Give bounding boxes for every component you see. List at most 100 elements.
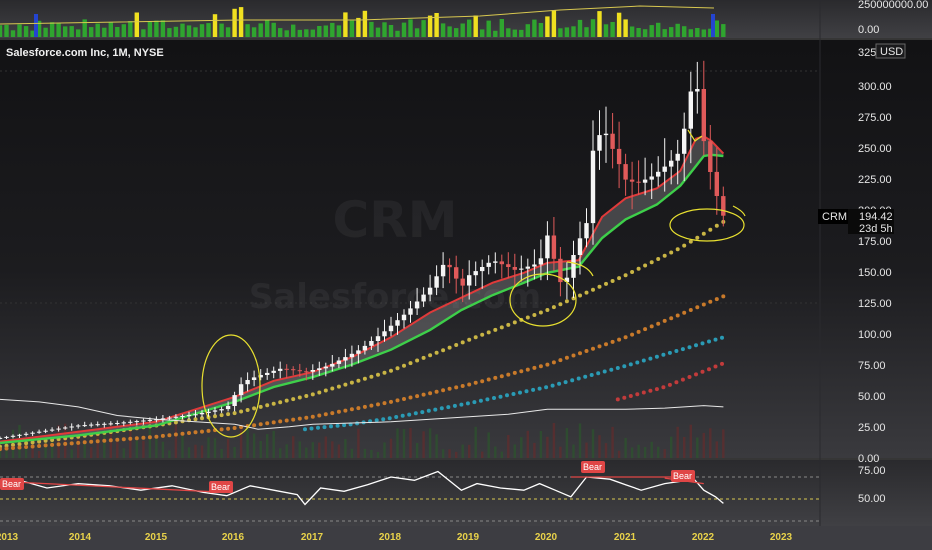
volume-bar-overlay xyxy=(142,440,145,458)
ma-yellow-dot xyxy=(252,406,257,411)
volume-bar-overlay xyxy=(643,447,647,458)
chart-canvas[interactable]: CRM Salesforce.com Salesforce.com Inc, 1… xyxy=(0,0,932,550)
ma-blue-dot xyxy=(648,356,653,361)
volume-bar-overlay xyxy=(161,441,165,458)
ma-blue-dot xyxy=(628,362,633,367)
candle-body xyxy=(297,370,302,372)
ma-orange-dot xyxy=(669,316,674,321)
ma-red-dot xyxy=(720,361,724,366)
ma-orange-dot xyxy=(206,428,211,433)
ma-orange-dot xyxy=(506,372,511,377)
ma-yellow-dot xyxy=(545,308,550,312)
volume-bar xyxy=(421,20,426,37)
volume-bar-overlay xyxy=(604,443,608,458)
ma-orange-dot xyxy=(421,392,426,397)
ma-blue-dot xyxy=(615,366,620,370)
volume-bar-overlay xyxy=(383,442,386,458)
price-tick-175: 175.00 xyxy=(858,236,892,248)
ma-blue-dot xyxy=(687,345,692,350)
volume-bar-overlay xyxy=(683,437,686,458)
rsi-bear-badge-4-label: Bear xyxy=(673,471,692,481)
ma-yellow-dot xyxy=(258,404,263,409)
candle-body xyxy=(232,395,237,406)
volume-bar xyxy=(10,30,16,37)
ma-orange-dot xyxy=(551,360,556,365)
ma-orange-dot xyxy=(532,365,537,370)
candle-body xyxy=(506,264,511,267)
candle-body xyxy=(291,369,296,371)
volume-bar-overlay xyxy=(474,426,477,458)
volume-bar xyxy=(688,29,693,37)
ma-orange-dot xyxy=(499,374,504,379)
volume-bar xyxy=(454,28,459,37)
volume-bar xyxy=(382,22,387,37)
ma-orange-dot xyxy=(160,433,165,438)
ma-yellow-dot xyxy=(682,243,687,248)
volume-bar xyxy=(141,29,146,37)
volume-axis-label-top: 250000000.00 xyxy=(858,0,928,11)
volume-bar xyxy=(265,19,270,37)
candle-body xyxy=(401,314,407,321)
candle-body xyxy=(395,320,400,326)
ma-yellow-dot xyxy=(317,390,322,395)
ma-orange-dot xyxy=(428,391,433,396)
volume-bar-overlay xyxy=(31,448,34,458)
ma-blue-dot xyxy=(452,403,457,408)
volume-bar xyxy=(147,22,153,37)
volume-bar-overlay xyxy=(155,438,158,458)
ma-orange-dot xyxy=(63,441,68,446)
candle-body xyxy=(577,238,583,255)
currency-button[interactable]: USD xyxy=(875,43,906,59)
ma-yellow-dot xyxy=(219,413,224,418)
ma-orange-dot xyxy=(643,327,648,332)
volume-bar xyxy=(180,23,185,37)
volume-bar xyxy=(603,24,609,37)
ma-orange-dot xyxy=(454,385,459,390)
volume-bar xyxy=(538,23,544,37)
ma-orange-dot xyxy=(167,433,172,438)
candle-body xyxy=(212,410,218,412)
ma-yellow-dot xyxy=(493,327,498,332)
candle-body xyxy=(206,411,211,413)
volume-bar-overlay xyxy=(187,447,191,458)
volume-bar xyxy=(460,23,465,37)
ma-orange-dot xyxy=(362,404,367,409)
ma-orange-dot xyxy=(4,446,9,451)
candle-body xyxy=(382,331,387,337)
volume-bar-overlay xyxy=(168,450,171,458)
volume-bar xyxy=(310,29,315,37)
volume-bar xyxy=(395,30,400,37)
time-tick-2018: 2018 xyxy=(379,532,402,543)
candle-body xyxy=(121,422,126,424)
ma-yellow-dot xyxy=(271,401,276,406)
ma-yellow-dot xyxy=(467,337,472,342)
volume-bar-overlay xyxy=(513,444,516,458)
ma-blue-dot xyxy=(518,390,522,395)
ma-yellow-dot xyxy=(473,335,478,340)
ma-orange-dot xyxy=(597,344,602,349)
volume-bar-overlay xyxy=(422,431,425,458)
volume-bar xyxy=(304,29,309,37)
rsi-bear-badge-1: Bear xyxy=(0,478,24,490)
time-tick-2020: 2020 xyxy=(535,532,558,543)
ma-blue-dot xyxy=(355,421,360,426)
volume-bar xyxy=(519,29,524,37)
candle-body xyxy=(636,181,641,183)
ma-orange-dot xyxy=(82,440,87,445)
ma-yellow-dot xyxy=(349,380,354,385)
volume-bar xyxy=(440,23,446,37)
ma-blue-dot xyxy=(641,358,646,363)
ma-blue-dot xyxy=(492,396,496,400)
time-tick-2014: 2014 xyxy=(69,532,92,543)
ma-orange-dot xyxy=(317,413,322,418)
ma-red-dot xyxy=(635,392,640,397)
volume-bar xyxy=(506,28,511,37)
volume-bar-overlay xyxy=(220,449,223,458)
candle-body xyxy=(304,371,309,373)
price-tick-100: 100.00 xyxy=(858,329,892,341)
candle-body xyxy=(271,370,276,373)
ma-blue-dot xyxy=(439,406,444,411)
ma-orange-dot xyxy=(95,439,100,444)
ma-orange-dot xyxy=(675,313,680,318)
candle-body xyxy=(708,141,713,172)
